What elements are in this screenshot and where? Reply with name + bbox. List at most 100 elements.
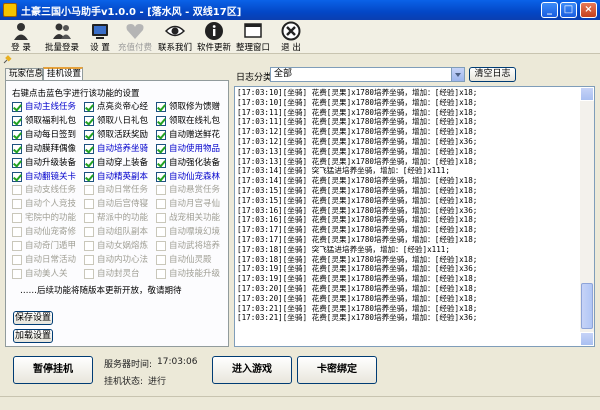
card-bind-button[interactable]: 卡密绑定 [297, 356, 377, 384]
log-line: [17:03:14][坐骑] 花费[灵果]x1780培养坐骑，增加：[经验]x1… [237, 176, 478, 186]
checkbox-box[interactable] [84, 213, 94, 224]
scroll-thumb[interactable] [581, 283, 593, 329]
feature-label: 自动强化装备 [169, 157, 221, 168]
checkbox-box[interactable] [156, 129, 166, 140]
arrange-windows-button[interactable]: 整理窗口 [234, 20, 272, 54]
checkbox-box[interactable] [84, 241, 94, 251]
log-line: [17:03:10][坐骑] 花费[灵果]x1780培养坐骑，增加：[经验]x1… [237, 88, 478, 97]
save-settings-button[interactable]: 保存设置 [13, 311, 53, 325]
checkbox-box[interactable] [156, 115, 166, 126]
checkbox-box[interactable] [12, 241, 22, 251]
checkbox-box[interactable] [156, 227, 166, 238]
checkbox-box[interactable] [84, 143, 94, 154]
checkbox-box[interactable] [12, 171, 22, 182]
feature-label: 自动培养坐骑 [97, 143, 149, 154]
checkbox-box[interactable] [156, 213, 166, 224]
log-line: [17:03:14][坐骑] 突飞猛进培养坐骑，增加：[经验]x111; [237, 166, 450, 176]
checkbox-box[interactable] [84, 199, 94, 210]
chevron-down-icon[interactable] [451, 68, 464, 81]
checkbox-box[interactable] [84, 254, 94, 265]
feature-label: 宅院中的功能 [25, 213, 77, 224]
feature-label: 领取修为馈赠 [169, 102, 221, 112]
close-button[interactable]: × [580, 2, 597, 18]
subtoolbar-strip [0, 55, 600, 64]
checkbox-box[interactable] [84, 102, 94, 112]
checkbox-box[interactable] [156, 171, 166, 182]
clear-log-button[interactable]: 清空日志 [469, 67, 516, 82]
tab-hangup-settings[interactable]: 挂机设置 [43, 67, 83, 81]
log-scrollbar[interactable] [580, 87, 594, 346]
log-line: [17:03:20][坐骑] 花费[灵果]x1780培养坐骑，增加：[经验]x1… [237, 283, 478, 293]
app-icon [3, 3, 17, 17]
log-line: [17:03:21][坐骑] 花费[灵果]x1780培养坐骑，增加：[经验]x3… [237, 313, 478, 323]
recharge-label: 充值付费 [118, 43, 153, 53]
log-category-label: 日志分类 [236, 73, 273, 83]
checkbox-box[interactable] [12, 102, 22, 112]
feature-label: 自动赠送鲜花 [169, 129, 221, 140]
checkbox-box[interactable] [12, 143, 22, 154]
log-line: [17:03:18][坐骑] 突飞猛进培养坐骑，增加：[经验]x111; [237, 244, 450, 254]
log-line: [17:03:11][坐骑] 花费[灵果]x1780培养坐骑，增加：[经验]x1… [237, 117, 478, 127]
checkbox-box[interactable] [156, 199, 166, 210]
close-circle-icon [281, 21, 301, 41]
settings-button[interactable]: 设 置 [84, 20, 116, 54]
scroll-up-icon[interactable] [580, 87, 594, 101]
exit-button[interactable]: 退 出 [274, 20, 308, 54]
checkbox-box[interactable] [84, 268, 94, 279]
checkbox-box[interactable] [12, 254, 22, 265]
log-line: [17:03:17][坐骑] 花费[灵果]x1780培养坐骑，增加：[经验]x1… [237, 234, 478, 244]
feature-label: 领取活跃奖励 [97, 129, 149, 140]
batch-login-button[interactable]: 批量登录 [42, 20, 82, 54]
feature-label: 自动后宫侍寝 [97, 199, 149, 210]
checkbox-box[interactable] [156, 268, 166, 279]
checkbox-box[interactable] [156, 185, 166, 196]
checkbox-box[interactable] [156, 157, 166, 168]
pause-hangup-button[interactable]: 暂停挂机 [13, 356, 93, 384]
window-title: 土豪三国小马助手v1.0.0 - [落水风 - 双线17区] [21, 7, 242, 18]
settings-hint: 右键点击蓝色字进行该功能的设置 [12, 89, 140, 99]
title-bar[interactable]: 土豪三国小马助手v1.0.0 - [落水风 - 双线17区] _ □ × [0, 0, 600, 20]
tab-player-info[interactable]: 玩家信息 [5, 68, 43, 80]
update-button[interactable]: 软件更新 [195, 20, 233, 54]
maximize-button[interactable]: □ [560, 2, 577, 18]
log-category-select[interactable]: 全部 [270, 67, 465, 82]
recharge-button[interactable]: 充值付费 [118, 20, 152, 54]
feature-label: 自动每日签到 [25, 129, 77, 140]
scroll-down-icon[interactable] [580, 332, 594, 346]
log-box[interactable]: [17:03:10][坐骑] 花费[灵果]x1780培养坐骑，增加：[经验]x1… [234, 86, 595, 347]
checkbox-box[interactable] [84, 115, 94, 126]
checkbox-box[interactable] [84, 157, 94, 168]
log-line: [17:03:18][坐骑] 花费[灵果]x1780培养坐骑，增加：[经验]x1… [237, 254, 478, 264]
checkbox-box[interactable] [156, 241, 166, 251]
feature-label: 自动封灵台 [97, 268, 140, 279]
checkbox-box[interactable] [12, 129, 22, 140]
checkbox-box[interactable] [12, 199, 22, 210]
checkbox-box[interactable] [84, 171, 94, 182]
checkbox-box[interactable] [84, 129, 94, 140]
checkbox-box[interactable] [12, 157, 22, 168]
enter-game-button[interactable]: 进入游戏 [212, 356, 292, 384]
settings-icon [92, 24, 108, 39]
checkbox-box[interactable] [12, 227, 22, 238]
contact-button[interactable]: 联系我们 [156, 20, 194, 54]
checkbox-box[interactable] [84, 227, 94, 238]
feature-label: 自动美人关 [25, 268, 68, 279]
login-button[interactable]: 登 录 [2, 20, 40, 54]
checkbox-box[interactable] [156, 143, 166, 154]
log-line: [17:03:16][坐骑] 花费[灵果]x1780培养坐骑，增加：[经验]x3… [237, 205, 478, 215]
feature-label: 自动仙宠寄修 [25, 227, 77, 238]
eye-icon [165, 25, 185, 37]
checkbox-box[interactable] [12, 268, 22, 279]
load-settings-button[interactable]: 加载设置 [13, 329, 53, 343]
checkbox-box[interactable] [156, 254, 166, 265]
checkbox-box[interactable] [12, 115, 22, 126]
settings-label: 设 置 [90, 43, 110, 53]
checkbox-box[interactable] [84, 185, 94, 196]
checkbox-box[interactable] [12, 185, 22, 196]
hangup-status-label: 挂机状态: [104, 377, 144, 387]
checkbox-box[interactable] [12, 213, 22, 224]
feature-label: 自动仙宠森林 [169, 171, 221, 182]
feature-label: 领取福利礼包 [25, 115, 77, 126]
minimize-button[interactable]: _ [541, 2, 558, 18]
checkbox-box[interactable] [156, 102, 166, 112]
